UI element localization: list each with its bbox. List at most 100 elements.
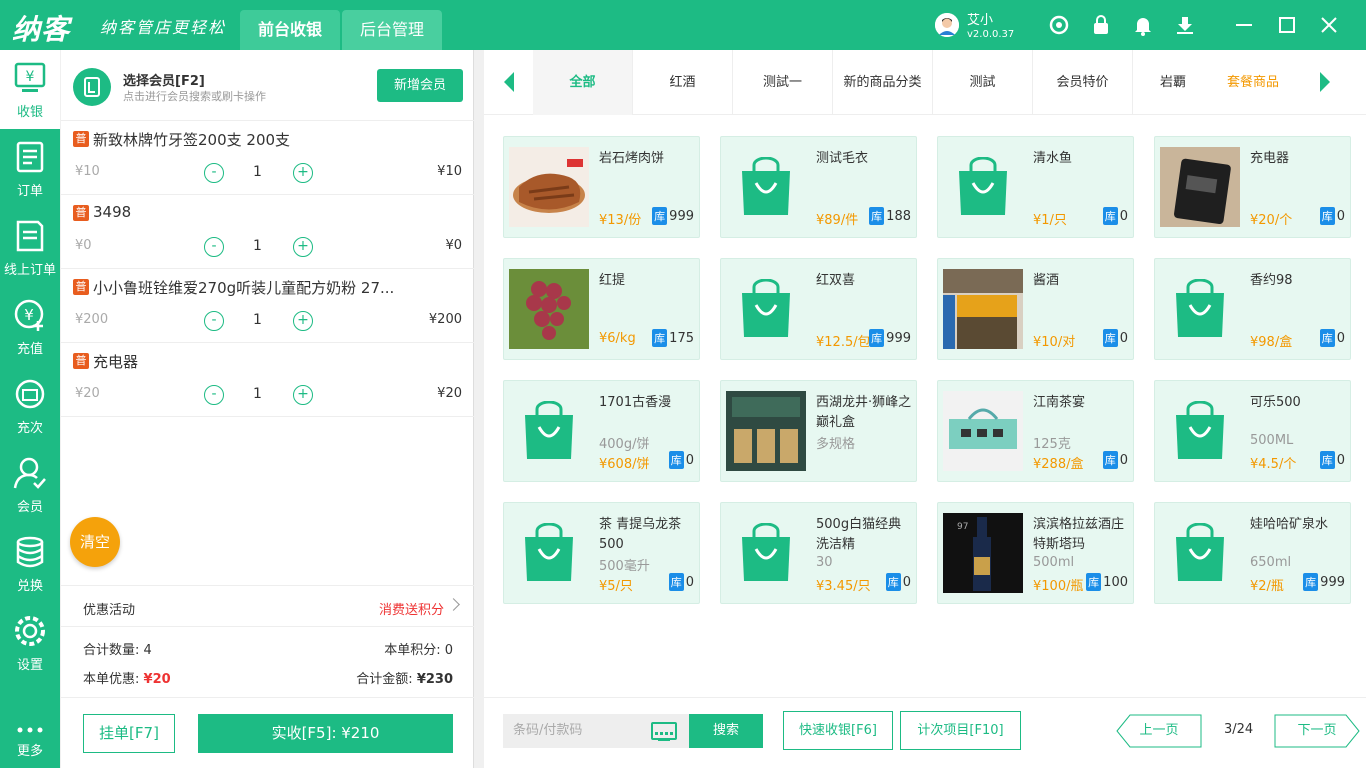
cart-item-subtotal: ¥200	[428, 312, 462, 327]
order-total-value: ¥230	[416, 672, 453, 687]
quick-checkout-button[interactable]: 快速收银[F6]	[783, 711, 893, 750]
product-stock: 库0	[668, 451, 694, 469]
product-card[interactable]: 西湖龙井·狮峰之巅礼盒 多规格	[720, 380, 917, 482]
keyboard-icon[interactable]	[651, 722, 677, 741]
hold-order-button[interactable]: 挂单[F7]	[83, 714, 175, 753]
svg-text:¥: ¥	[26, 69, 35, 85]
increase-qty-button[interactable]: +	[293, 237, 313, 257]
cart-item[interactable]: 普 3498 ¥0 - 1 + ¥0	[61, 195, 474, 269]
user-name: 艾小	[967, 13, 994, 28]
category-tab[interactable]: 测試一	[733, 50, 833, 115]
pay-button[interactable]: 实收[F5]: ¥210	[198, 714, 453, 753]
bell-icon[interactable]	[1132, 14, 1154, 36]
product-card[interactable]: 红双喜 ¥12.5/包库 999	[720, 258, 917, 360]
maximize-icon[interactable]	[1276, 14, 1298, 36]
stock-badge: 库	[668, 451, 684, 469]
tab-front-cashier[interactable]: 前台收银	[240, 10, 340, 50]
increase-qty-button[interactable]: +	[293, 385, 313, 405]
category-next-arrow-icon[interactable]	[1320, 72, 1330, 92]
category-tab[interactable]: 测試	[933, 50, 1033, 115]
count-items-button[interactable]: 计次项目[F10]	[900, 711, 1021, 750]
member-selector[interactable]: 选择会员[F2] 点击进行会员搜索或刷卡操作 新增会员	[61, 50, 474, 121]
sidebar-item-more[interactable]: 更多	[0, 700, 60, 768]
cart-item[interactable]: 普 新致林牌竹牙签200支 200支 ¥10 - 1 + ¥10	[61, 121, 474, 195]
decrease-qty-button[interactable]: -	[204, 385, 224, 405]
stock-value: 0	[1119, 209, 1128, 224]
cart-item-subtotal: ¥0	[445, 238, 462, 253]
category-tab[interactable]: 红酒	[633, 50, 733, 115]
product-card[interactable]: 1701古香漫 400g/饼 ¥608/饼 库 0	[503, 380, 700, 482]
next-page-button[interactable]: 下一页	[1274, 714, 1360, 748]
product-card[interactable]: 香约98 ¥98/盒 库 0	[1154, 258, 1351, 360]
product-bag-icon	[726, 269, 806, 349]
exchange-icon	[16, 536, 44, 568]
product-card[interactable]: 测试毛衣 ¥89/件库 188	[720, 136, 917, 238]
promotion-row[interactable]: 优惠活动 消费送积分	[61, 585, 474, 627]
search-button[interactable]: 搜索	[689, 714, 763, 748]
category-tab[interactable]: 会员特价	[1033, 50, 1133, 115]
product-card[interactable]: 清水鱼 ¥1/只 库 0	[937, 136, 1134, 238]
product-name: 香约98	[1250, 273, 1293, 288]
product-stock: 库0	[1102, 451, 1128, 469]
cart-item[interactable]: 普 充电器 ¥20 - 1 + ¥20	[61, 343, 474, 417]
product-card[interactable]: 可乐500 500ML ¥4.5/个 库 0	[1154, 380, 1351, 482]
product-name: 红双喜	[816, 273, 856, 288]
stock-badge: 库	[652, 207, 668, 225]
category-tab[interactable]: 套餐商品	[1203, 50, 1303, 115]
product-card[interactable]: 岩石烤肉饼 ¥13/份库 999	[503, 136, 700, 238]
cart-item-qty[interactable]: 1	[253, 386, 262, 402]
product-stock: 库0	[885, 573, 911, 591]
lock-icon[interactable]	[1090, 14, 1112, 36]
barcode-input[interactable]: 条码/付款码	[503, 714, 689, 748]
stock-badge: 库	[869, 207, 885, 225]
product-card[interactable]: 江南茶宴 125克 ¥288/盒 库 0	[937, 380, 1134, 482]
cart-item-qty[interactable]: 1	[253, 164, 262, 180]
cart-item-qty[interactable]: 1	[253, 238, 262, 254]
stock-value: 999	[1320, 575, 1345, 590]
stock-badge: 库	[1102, 207, 1118, 225]
tab-backend[interactable]: 后台管理	[342, 10, 442, 50]
cart-item[interactable]: 普 小小鲁班铨维爱270g听装儿童配方奶粉 27... ¥200 - 1 + ¥…	[61, 269, 474, 343]
close-icon[interactable]	[1318, 14, 1340, 36]
increase-qty-button[interactable]: +	[293, 311, 313, 331]
support-icon[interactable]	[1048, 14, 1070, 36]
stock-value: 999	[669, 209, 694, 224]
category-prev-arrow-icon[interactable]	[504, 72, 514, 92]
product-stock: 库0	[1102, 207, 1128, 225]
product-card[interactable]: 红提 ¥6/kg 库 175	[503, 258, 700, 360]
decrease-qty-button[interactable]: -	[204, 163, 224, 183]
product-price: ¥5/只	[599, 579, 633, 594]
increase-qty-button[interactable]: +	[293, 163, 313, 183]
sidebar-item-members[interactable]: 会员	[0, 445, 60, 524]
avatar	[935, 13, 959, 37]
product-name: 清水鱼	[1033, 151, 1073, 166]
product-card[interactable]: 97 滨滨格拉兹酒庄特斯塔玛 500ml ¥100/瓶库 100	[937, 502, 1134, 604]
product-card[interactable]: 酱酒 ¥10/对 库 0	[937, 258, 1134, 360]
clear-cart-button[interactable]: 清空	[70, 517, 120, 567]
cart-panel: 选择会员[F2] 点击进行会员搜索或刷卡操作 新增会员 普 新致林牌竹牙签200…	[61, 50, 474, 768]
stock-badge: 库	[869, 329, 885, 347]
sidebar-item-recharge[interactable]: ¥ 充值	[0, 287, 60, 366]
cart-item-qty[interactable]: 1	[253, 312, 262, 328]
category-tab-all[interactable]: 全部	[533, 50, 633, 115]
normal-badge: 普	[73, 205, 89, 221]
product-card[interactable]: 茶 青提乌龙茶500 500毫升 ¥5/只 库 0	[503, 502, 700, 604]
sidebar-item-exchange[interactable]: 兑换	[0, 524, 60, 603]
product-card[interactable]: 500g白猫经典洗洁精 30 ¥3.45/只库 0	[720, 502, 917, 604]
sidebar-item-cashier[interactable]: ¥ 收银	[0, 50, 60, 129]
sidebar-item-settings[interactable]: 设置	[0, 603, 60, 682]
category-tab[interactable]: 岩覇	[1133, 50, 1213, 115]
minimize-icon[interactable]	[1233, 14, 1255, 36]
add-member-button[interactable]: 新增会员	[377, 69, 463, 102]
decrease-qty-button[interactable]: -	[204, 311, 224, 331]
prev-page-button[interactable]: 上一页	[1116, 714, 1202, 748]
sidebar-item-orders[interactable]: 订单	[0, 129, 60, 208]
product-price: ¥1/只	[1033, 213, 1067, 228]
product-card[interactable]: 娃哈哈矿泉水 650ml ¥2/瓶库 999	[1154, 502, 1351, 604]
sidebar-item-recharge-times[interactable]: 充次	[0, 366, 60, 445]
sidebar-item-online-orders[interactable]: 线上订单	[0, 208, 60, 287]
decrease-qty-button[interactable]: -	[204, 237, 224, 257]
download-icon[interactable]	[1174, 14, 1196, 36]
category-tab[interactable]: 新的商品分类	[833, 50, 933, 115]
product-card[interactable]: 充电器 ¥20/个 库 0	[1154, 136, 1351, 238]
